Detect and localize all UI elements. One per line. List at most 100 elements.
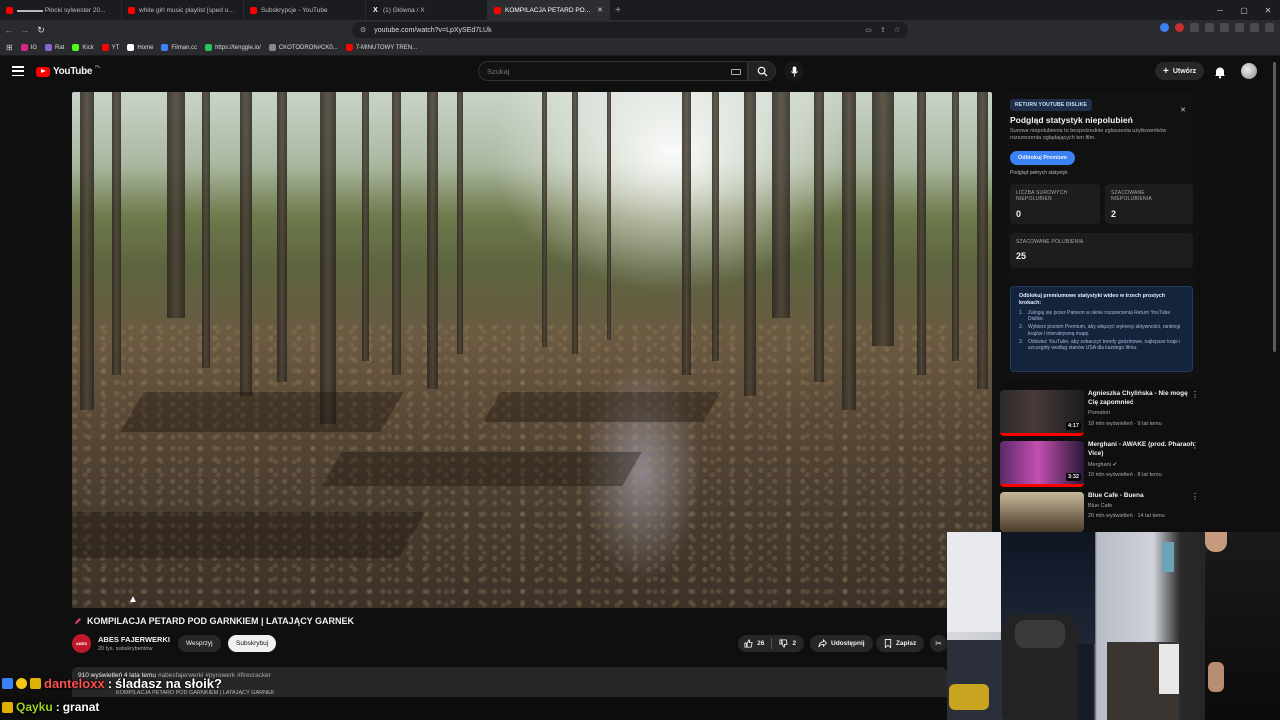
video-thumbnail[interactable]: 3:32 xyxy=(1000,441,1084,487)
bookmark-icon xyxy=(884,639,892,648)
bookmark-item[interactable]: Home xyxy=(127,44,153,51)
tree-trunk xyxy=(712,92,719,361)
create-button[interactable]: + Utwórz xyxy=(1155,62,1205,80)
share-button[interactable]: Udostępnij xyxy=(810,635,873,652)
search-box[interactable] xyxy=(478,61,748,81)
notifications-bell-icon[interactable] xyxy=(1213,65,1227,79)
maximize-icon[interactable]: ▢ xyxy=(1232,0,1256,20)
forward-icon[interactable]: → xyxy=(18,23,32,37)
browser-tab[interactable]: X (1) Główna / X xyxy=(366,0,488,20)
url-bar[interactable]: ⚙ youtube.com/watch?v=LpXySEd7LUk ▭ ⇪ ☆ xyxy=(352,22,908,38)
keyboard-icon[interactable] xyxy=(731,69,741,75)
bookmark-item[interactable]: Kick xyxy=(72,44,94,51)
video-title[interactable]: Merghani - AWAKE (prod. Pharaoh Vice) xyxy=(1088,441,1198,458)
chat-separator: : xyxy=(55,700,60,714)
tree-shadow xyxy=(120,392,404,432)
share-page-icon[interactable]: ⇪ xyxy=(880,26,886,34)
more-options-icon[interactable]: ⋮ xyxy=(1191,441,1199,450)
bookmark-item[interactable]: https://tenggle.io/ xyxy=(205,44,261,51)
tree-trunk xyxy=(917,92,926,375)
shield-icon[interactable] xyxy=(1250,23,1259,32)
channel-avatar[interactable]: ABES xyxy=(72,634,91,653)
bookmark-item[interactable]: IG xyxy=(20,44,38,51)
bookmark-label: Kick xyxy=(82,44,94,51)
channel-name[interactable]: ABES FAJERWERKI xyxy=(98,635,170,644)
channel-name[interactable]: Pomaton xyxy=(1088,410,1110,416)
music-icon[interactable] xyxy=(1235,23,1244,32)
cast-icon[interactable]: ▭ xyxy=(865,26,872,34)
join-button[interactable]: Wesprzyj xyxy=(178,635,221,652)
bookmark-label: https://tenggle.io/ xyxy=(215,44,261,51)
bookmark-label: IG xyxy=(30,44,38,51)
voice-search-button[interactable] xyxy=(784,61,804,81)
extension-icon[interactable] xyxy=(1220,23,1229,32)
mouse-cursor-icon: ▲ xyxy=(128,594,138,605)
youtube-favicon-icon xyxy=(6,6,13,14)
recommended-video[interactable]: Blue Cafe - Buena Blue Cafe 20 mln wyświ… xyxy=(1000,492,1205,532)
ryd-title: Podgląd statystyk niepolubień xyxy=(1010,115,1133,125)
youtube-logo[interactable]: YouTube PL xyxy=(36,64,101,77)
search-button[interactable] xyxy=(748,61,776,81)
video-thumbnail[interactable]: 4:17 xyxy=(1000,390,1084,436)
full-stats-link[interactable]: Podgląd pełnych statystyk xyxy=(1010,170,1068,176)
tab-label: KOMPILACJA PETARD PO... xyxy=(505,6,591,14)
channel-name[interactable]: Merghani ✔ xyxy=(1088,462,1117,468)
video-title[interactable]: Blue Cafe - Buena xyxy=(1088,492,1198,501)
search-icon xyxy=(757,66,768,77)
extension-icon[interactable] xyxy=(1190,23,1199,32)
bookmark-item[interactable]: YT xyxy=(101,44,119,51)
apps-grid-icon[interactable]: ⊞ xyxy=(6,43,13,52)
browser-tab[interactable]: white girl music playlist [sped up] - Y.… xyxy=(122,0,244,20)
recommended-video[interactable]: 4:17 Agnieszka Chylińska - Nie mogę Cię … xyxy=(1000,390,1205,438)
bookmark-item[interactable]: CKOTODRON#CK0... xyxy=(268,44,338,51)
video-duration: 4:17 xyxy=(1065,422,1081,430)
browser-tab[interactable]: ▬▬▬▬ Płocki sylwester 20... xyxy=(0,0,122,20)
bookmark-item[interactable]: 7-MINUTOWY TREN... xyxy=(345,44,417,51)
video-thumbnail[interactable] xyxy=(1000,492,1084,532)
extension-icon[interactable] xyxy=(1175,23,1184,32)
close-tab-icon[interactable]: ✕ xyxy=(597,6,603,14)
extension-icon[interactable] xyxy=(1160,23,1169,32)
promo-step: 1. Zaloguj się przez Patreon w oknie rozs… xyxy=(1019,310,1171,323)
video-title[interactable]: Agnieszka Chylińska - Nie mogę Cię zapom… xyxy=(1088,390,1198,407)
channel-name[interactable]: Blue Cafe xyxy=(1088,503,1112,509)
save-button[interactable]: Zapisz xyxy=(876,635,925,652)
recommended-video[interactable]: 3:32 Merghani - AWAKE (prod. Pharaoh Vic… xyxy=(1000,441,1205,489)
page-scrollbar[interactable] xyxy=(1273,62,1276,352)
dislike-button[interactable]: 2 xyxy=(772,639,805,648)
browser-tab-bar: ▬▬▬▬ Płocki sylwester 20... white girl m… xyxy=(0,0,1280,20)
menu-icon[interactable] xyxy=(1265,23,1274,32)
tree-trunk xyxy=(112,92,121,375)
account-avatar[interactable] xyxy=(1241,63,1257,79)
site-info-icon[interactable]: ⚙ xyxy=(360,26,366,34)
reload-icon[interactable]: ↻ xyxy=(34,23,48,37)
webcam-overlay xyxy=(947,532,1280,720)
extension-icon[interactable] xyxy=(1205,23,1214,32)
back-icon[interactable]: ← xyxy=(2,23,16,37)
tree-trunk xyxy=(240,92,252,396)
tree-trunk xyxy=(362,92,369,361)
menu-icon[interactable] xyxy=(12,66,24,76)
tree-trunk xyxy=(842,92,856,410)
close-icon[interactable]: ✕ xyxy=(1180,106,1186,114)
browser-tab-active[interactable]: KOMPILACJA PETARD PO... ✕ xyxy=(488,0,610,20)
pencil-icon xyxy=(75,618,81,624)
subscribe-button[interactable]: Subskrybuj xyxy=(228,635,277,652)
video-player[interactable] xyxy=(72,92,992,608)
clip-button[interactable]: ✂ xyxy=(930,635,947,652)
new-tab-button[interactable]: + xyxy=(610,5,626,16)
minimize-icon[interactable]: ─ xyxy=(1208,0,1232,20)
promo-step: 3. Odśwież YouTube, aby zobaczyć trendy g… xyxy=(1019,338,1181,352)
close-window-icon[interactable]: ✕ xyxy=(1256,0,1280,20)
unlock-premium-button[interactable]: Odblokuj Premium xyxy=(1010,151,1075,165)
search-input[interactable] xyxy=(487,66,717,76)
chat-badge-icon xyxy=(2,701,13,713)
chat-text: śladasz na słoik? xyxy=(115,676,222,691)
bookmark-item[interactable]: Rat xyxy=(45,44,64,51)
like-button[interactable]: 26 xyxy=(738,639,771,648)
bookmark-star-icon[interactable]: ☆ xyxy=(894,26,900,34)
browser-tab[interactable]: Subskrypcje - YouTube xyxy=(244,0,366,20)
more-options-icon[interactable]: ⋮ xyxy=(1191,390,1199,399)
bookmark-item[interactable]: Filman.cc xyxy=(161,44,197,51)
more-options-icon[interactable]: ⋮ xyxy=(1191,492,1199,501)
